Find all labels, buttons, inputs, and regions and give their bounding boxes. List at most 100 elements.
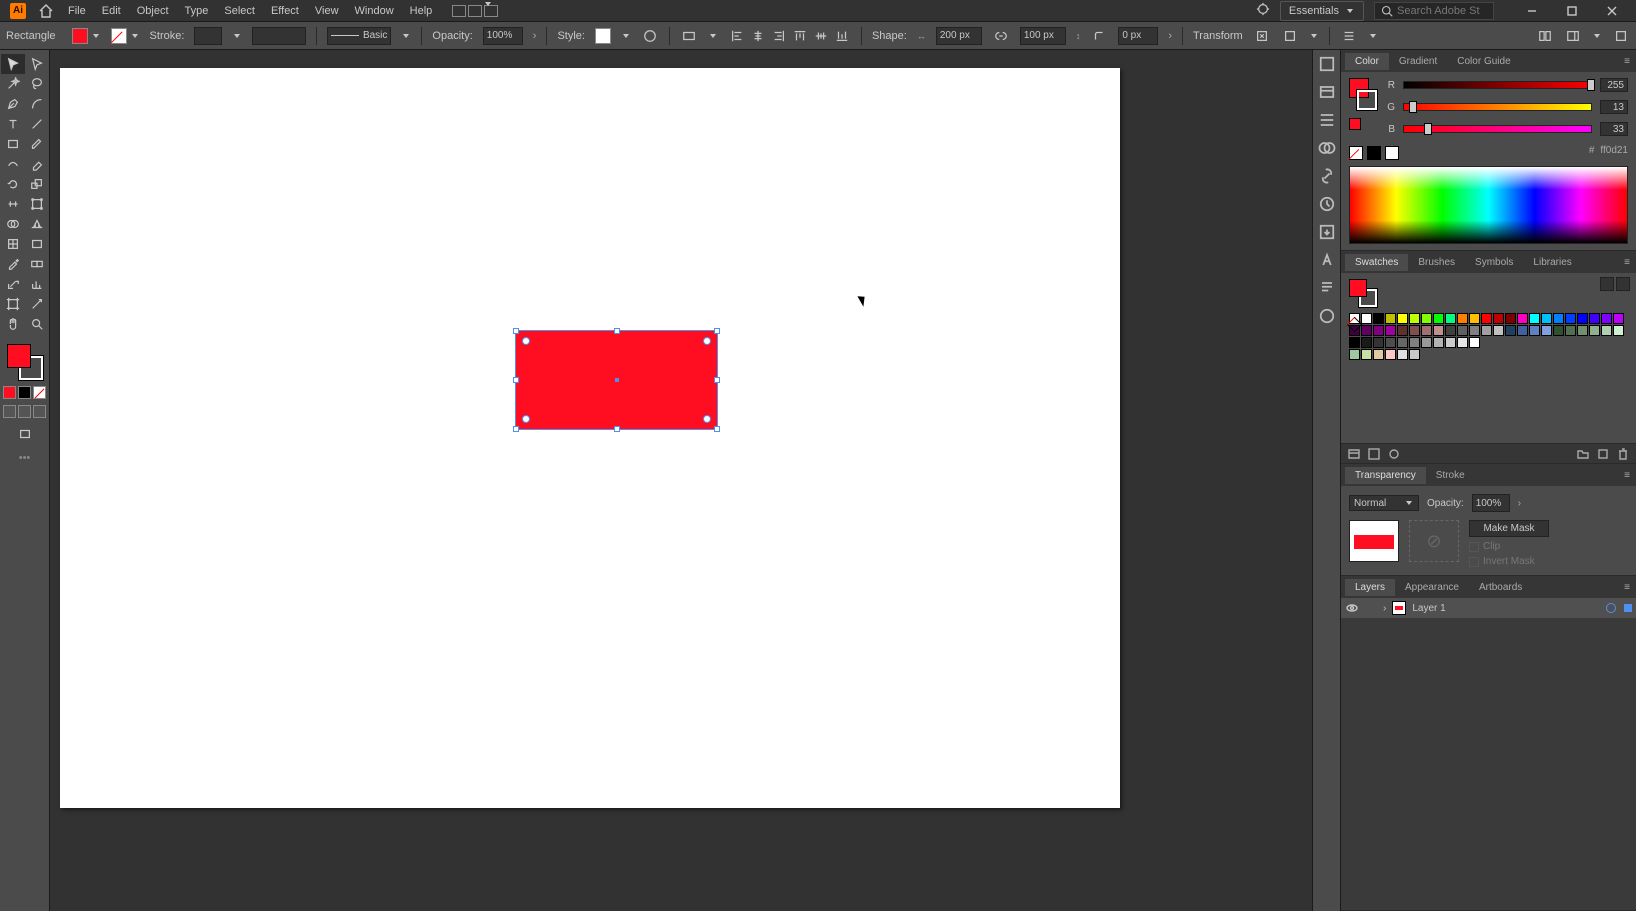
eraser-tool[interactable] (25, 154, 49, 174)
style-swatch[interactable] (595, 28, 611, 44)
fill-control[interactable] (72, 28, 101, 44)
transp-opacity-flyout[interactable]: › (1518, 498, 1521, 509)
fill-color-box[interactable] (7, 344, 31, 368)
stroke-weight-input[interactable] (194, 27, 222, 45)
curvature-tool[interactable] (25, 94, 49, 114)
swatch[interactable] (1373, 325, 1384, 336)
corner-widget-tl[interactable] (522, 337, 530, 345)
invert-mask-checkbox[interactable]: Invert Mask (1469, 556, 1549, 567)
corner-flyout[interactable]: › (1168, 30, 1172, 42)
draw-inside-button[interactable] (33, 405, 46, 418)
swatch-options-icon[interactable] (1387, 447, 1401, 461)
tab-color-guide[interactable]: Color Guide (1447, 53, 1520, 70)
draw-behind-button[interactable] (18, 405, 31, 418)
swatch[interactable] (1457, 313, 1468, 324)
tab-stroke[interactable]: Stroke (1426, 467, 1475, 484)
menu-edit[interactable]: Edit (94, 2, 129, 20)
chevron-down-icon[interactable] (1368, 29, 1378, 43)
none-mode-button[interactable] (33, 386, 46, 399)
swatch[interactable] (1577, 325, 1588, 336)
swatch-view-toggle[interactable] (1600, 277, 1630, 291)
g-slider[interactable] (1403, 103, 1592, 111)
minimize-button[interactable] (1512, 0, 1552, 22)
transp-opacity-input[interactable]: 100% (1472, 494, 1510, 512)
target-icon[interactable] (1606, 603, 1616, 613)
swatch[interactable] (1409, 325, 1420, 336)
opacity-input[interactable]: 100% (483, 27, 523, 45)
home-icon[interactable] (38, 3, 54, 19)
free-transform-tool[interactable] (25, 194, 49, 214)
swatch[interactable] (1409, 337, 1420, 348)
new-color-group-icon[interactable] (1576, 447, 1590, 461)
panel-menu-icon[interactable]: ≡ (1618, 582, 1636, 593)
swatch[interactable] (1445, 337, 1456, 348)
swatch-libraries-icon[interactable] (1347, 447, 1361, 461)
color-small-swatch[interactable] (1349, 118, 1361, 130)
none-swatch[interactable] (1349, 146, 1363, 160)
handle-bottom[interactable] (614, 426, 620, 432)
close-button[interactable] (1592, 0, 1632, 22)
swatch[interactable] (1529, 325, 1540, 336)
opacity-flyout[interactable]: › (533, 30, 537, 42)
rotate-tool[interactable] (1, 174, 25, 194)
swatch[interactable] (1409, 349, 1420, 360)
menu-object[interactable]: Object (129, 2, 177, 20)
screen-mode-button[interactable] (13, 424, 37, 444)
corner-widget-bl[interactable] (522, 415, 530, 423)
mask-thumbnail[interactable]: ⊘ (1409, 520, 1459, 562)
object-thumbnail[interactable] (1349, 520, 1399, 562)
tab-swatches[interactable]: Swatches (1345, 254, 1408, 271)
swatch[interactable] (1397, 337, 1408, 348)
swatch[interactable] (1361, 313, 1372, 324)
tab-transparency[interactable]: Transparency (1345, 467, 1426, 484)
link-wh-button[interactable] (992, 27, 1010, 45)
arrange-documents[interactable] (452, 5, 498, 17)
mesh-tool[interactable] (1, 234, 25, 254)
menu-view[interactable]: View (307, 2, 347, 20)
scale-tool[interactable] (25, 174, 49, 194)
b-value[interactable]: 33 (1600, 122, 1628, 136)
shape-builder-tool[interactable] (1, 214, 25, 234)
blend-tool[interactable] (25, 254, 49, 274)
tab-artboards[interactable]: Artboards (1469, 579, 1532, 596)
workspace-switcher[interactable]: Essentials (1280, 1, 1364, 21)
swatch[interactable] (1385, 313, 1396, 324)
swatch[interactable] (1505, 325, 1516, 336)
grid-view-icon[interactable] (1616, 277, 1630, 291)
swatch[interactable] (1397, 349, 1408, 360)
r-value[interactable]: 255 (1600, 78, 1628, 92)
stroke-swatch[interactable] (111, 28, 127, 44)
chevron-down-icon[interactable] (232, 29, 242, 43)
fill-stroke-indicator[interactable] (5, 342, 45, 382)
edit-button[interactable] (1281, 27, 1299, 45)
align-panel-icon[interactable] (1317, 110, 1337, 130)
align-bottom-button[interactable] (833, 27, 851, 45)
panel-menu-icon[interactable]: ≡ (1618, 56, 1636, 67)
width-tool[interactable] (1, 194, 25, 214)
swatch[interactable] (1589, 325, 1600, 336)
swatch[interactable] (1541, 325, 1552, 336)
g-value[interactable]: 13 (1600, 100, 1628, 114)
shaper-tool[interactable] (1, 154, 25, 174)
swatch[interactable] (1421, 325, 1432, 336)
paintbrush-tool[interactable] (25, 134, 49, 154)
slice-tool[interactable] (25, 294, 49, 314)
swatch[interactable] (1517, 325, 1528, 336)
eyedropper-tool[interactable] (1, 254, 25, 274)
magic-wand-tool[interactable] (1, 74, 25, 94)
swatch[interactable] (1361, 325, 1372, 336)
maximize-button[interactable] (1552, 0, 1592, 22)
line-tool[interactable] (25, 114, 49, 134)
brush-definition[interactable]: Basic (327, 27, 391, 45)
black-swatch[interactable] (1367, 146, 1381, 160)
swatch[interactable] (1469, 313, 1480, 324)
swatch[interactable] (1481, 313, 1492, 324)
swatch[interactable] (1433, 325, 1444, 336)
gradient-mode-button[interactable] (18, 386, 31, 399)
tab-symbols[interactable]: Symbols (1465, 254, 1523, 271)
swatch-kinds-icon[interactable] (1367, 447, 1381, 461)
menu-effect[interactable]: Effect (263, 2, 307, 20)
recolor-artwork-button[interactable] (641, 27, 659, 45)
tab-gradient[interactable]: Gradient (1389, 53, 1447, 70)
gpu-icon[interactable] (1256, 2, 1270, 19)
